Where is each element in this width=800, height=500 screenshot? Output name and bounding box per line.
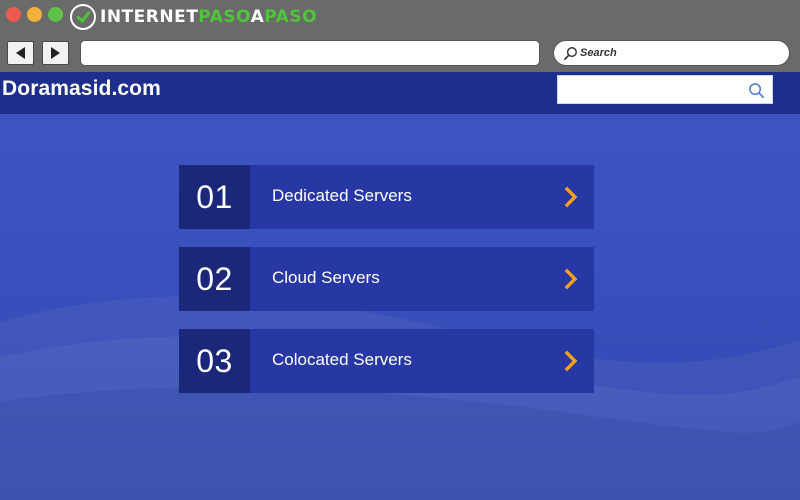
back-arrow-icon [16,47,25,59]
browser-search-field[interactable]: Search [553,40,790,66]
search-icon[interactable] [748,82,765,99]
back-button[interactable] [7,41,34,65]
menu-item-number: 01 [179,165,250,229]
title-bar: INTERNETPASOAPASO [0,0,800,34]
brand-text: INTERNETPASOAPASO [100,7,318,27]
search-icon [564,46,577,60]
menu-item-body[interactable]: Colocated Servers [250,329,594,393]
chevron-right-icon[interactable] [564,350,578,372]
chevron-right-icon[interactable] [564,186,578,208]
browser-toolbar: Search [0,34,800,72]
menu-item-label: Dedicated Servers [272,186,412,205]
site-search-input[interactable] [557,75,773,104]
menu-item-label: Colocated Servers [272,350,412,369]
menu-item-colocated-servers[interactable]: 03 Colocated Servers [179,329,594,393]
menu-item-number: 03 [179,329,250,393]
browser-window: INTERNETPASOAPASO Search Doramasid.com 0… [0,0,800,500]
site-header: Doramasid.com [0,72,800,114]
zoom-dot-icon[interactable] [48,7,63,22]
forward-arrow-icon [51,47,60,59]
close-dot-icon[interactable] [6,7,21,22]
web-page: Doramasid.com 01 Dedicated Servers 02 Cl… [0,72,800,500]
menu-item-dedicated-servers[interactable]: 01 Dedicated Servers [179,165,594,229]
menu-item-body[interactable]: Cloud Servers [250,247,594,311]
brand-watermark: INTERNETPASOAPASO [70,4,317,30]
menu-item-body[interactable]: Dedicated Servers [250,165,594,229]
chevron-right-icon[interactable] [564,268,578,290]
checkmark-logo-icon [70,4,96,30]
minimize-dot-icon[interactable] [27,7,42,22]
menu-item-label: Cloud Servers [272,268,380,287]
menu-item-cloud-servers[interactable]: 02 Cloud Servers [179,247,594,311]
forward-button[interactable] [42,41,69,65]
browser-search-placeholder: Search [580,47,617,59]
site-logo[interactable]: Doramasid.com [2,77,161,101]
menu-item-number: 02 [179,247,250,311]
address-bar[interactable] [80,40,540,66]
